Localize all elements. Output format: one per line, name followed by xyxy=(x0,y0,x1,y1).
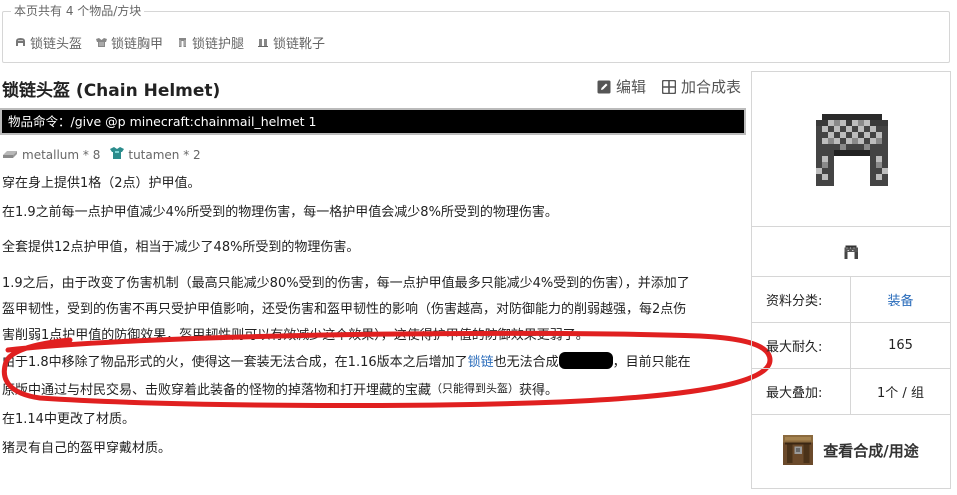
paragraph-line: 由于1.8中移除了物品形式的火，使得这一套装无法合成，在1.16版本之后增加了锁… xyxy=(2,350,747,376)
paragraph-line: 1.9之后，由于改变了伤害机制（最高只能减少80%受到的伤害，每一点护甲值最多只… xyxy=(2,276,690,291)
material-metallum[interactable]: metallum * 8 xyxy=(2,147,100,162)
metallum-icon xyxy=(2,148,18,162)
view-recipe-label: 查看合成/用途 xyxy=(823,441,919,460)
chestplate-icon xyxy=(96,37,108,48)
material-label: tutamen * 2 xyxy=(128,147,201,162)
helmet-icon xyxy=(15,37,26,48)
set-item-chain-helmet[interactable]: 锁链头盔 xyxy=(15,33,82,52)
paragraph-line: 原版中通过与村民交易、击败穿着此装备的怪物的掉落物和打开埋藏的宝藏（只能得到头盔… xyxy=(2,376,747,404)
view-recipe-button[interactable]: 查看合成/用途 xyxy=(752,420,950,480)
chain-helmet-icon xyxy=(816,114,888,186)
item-set-list: 锁链头盔 锁链胸甲 锁链护腿 锁链靴子 xyxy=(15,33,325,52)
pencil-icon xyxy=(597,80,611,94)
redacted-block xyxy=(558,352,613,369)
text-segment: 原版中通过与村民交易、击败穿着此装备的怪物的掉落物和打开埋藏的宝藏 xyxy=(2,383,432,398)
paragraph-line: 害削弱1点护甲值的防御效果，盔甲韧性则可以有效减少这个效果），这使得护甲值的防御… xyxy=(2,328,589,343)
set-item-label: 锁链胸甲 xyxy=(111,37,164,52)
add-recipe-label: 加合成表 xyxy=(680,78,741,96)
chain-link[interactable]: 锁链 xyxy=(468,355,494,370)
info-value: 1个 / 组 xyxy=(877,386,924,401)
info-key: 资料分类: xyxy=(752,277,851,322)
paragraph-full-set: 全套提供12点护甲值，相当于减少了48%所受到的物理伤害。 xyxy=(2,240,360,255)
set-item-chain-boots[interactable]: 锁链靴子 xyxy=(258,33,325,52)
material-tutamen[interactable]: tutamen * 2 xyxy=(110,147,201,162)
paragraph-armor-points: 穿在身上提供1格（2点）护甲值。 xyxy=(2,176,201,191)
table-icon xyxy=(661,79,677,94)
set-item-label: 锁链头盔 xyxy=(30,37,83,52)
item-small-icon-row xyxy=(752,227,950,277)
leggings-icon xyxy=(177,37,188,48)
page-title: 锁链头盔 (Chain Helmet) xyxy=(2,81,221,101)
add-recipe-button[interactable]: 加合成表 xyxy=(661,76,741,97)
paragraph-pre-1-9: 在1.9之前每一点护甲值减少4%所受到的物理伤害，每一格护甲值会减少8%所受到的… xyxy=(2,205,558,220)
paragraph-line: 盔甲韧性，受到的伤害不再只受护甲值影响，还受伤害和盔甲韧性的影响（伤害越高，对防… xyxy=(2,302,687,317)
title-actions: 编辑 加合成表 xyxy=(597,76,741,97)
edit-button[interactable]: 编辑 xyxy=(597,76,646,97)
set-item-chain-leggings[interactable]: 锁链护腿 xyxy=(177,33,244,52)
tutamen-icon xyxy=(110,147,125,162)
material-label: metallum * 8 xyxy=(22,147,101,162)
info-value: 165 xyxy=(888,338,913,353)
set-item-chain-chestplate[interactable]: 锁链胸甲 xyxy=(96,33,163,52)
category-link[interactable]: 装备 xyxy=(851,277,950,322)
item-set-box: 本页共有 4 个物品/方块 锁链头盔 锁链胸甲 锁链护腿 锁链靴子 xyxy=(2,3,950,63)
paragraph-texture-change: 在1.14中更改了材质。 xyxy=(2,412,135,427)
set-item-label: 锁链靴子 xyxy=(273,37,326,52)
paragraph-post-1-9: 1.9之后，由于改变了伤害机制（最高只能减少80%受到的伤害，每一点护甲值最多只… xyxy=(2,271,747,349)
info-key: 最大耐久: xyxy=(752,323,851,368)
chain-helmet-small-icon xyxy=(844,245,858,259)
text-segment: 获得。 xyxy=(519,383,559,398)
text-segment: 也无法合成 xyxy=(493,355,559,370)
text-segment: ，目前只能在 xyxy=(612,355,691,370)
helmet-only-note: （只能得到头盔） xyxy=(431,382,520,395)
info-row-category: 资料分类: 装备 xyxy=(752,277,950,323)
info-row-stack: 最大叠加: 1个 / 组 xyxy=(752,369,950,415)
boots-icon xyxy=(258,37,269,48)
info-key: 最大叠加: xyxy=(752,369,851,414)
set-item-label: 锁链护腿 xyxy=(192,37,245,52)
crafting-table-icon xyxy=(783,435,814,465)
item-image-area xyxy=(752,72,950,227)
give-command-bar[interactable]: 物品命令：/give @p minecraft:chainmail_helmet… xyxy=(0,108,746,135)
edit-label: 编辑 xyxy=(615,78,646,96)
materials-row: metallum * 8 tutamen * 2 xyxy=(2,147,201,162)
info-row-durability: 最大耐久: 165 xyxy=(752,323,950,369)
item-set-legend: 本页共有 4 个物品/方块 xyxy=(11,3,145,19)
text-segment: 由于1.8中移除了物品形式的火，使得这一套装无法合成，在1.16版本之后增加了 xyxy=(2,355,468,370)
paragraph-piglin: 猪灵有自己的盔甲穿戴材质。 xyxy=(2,441,172,456)
paragraph-obtaining: 由于1.8中移除了物品形式的火，使得这一套装无法合成，在1.16版本之后增加了锁… xyxy=(2,350,747,404)
item-info-panel: 资料分类: 装备 最大耐久: 165 最大叠加: 1个 / 组 查看合成/用途 xyxy=(751,71,951,489)
